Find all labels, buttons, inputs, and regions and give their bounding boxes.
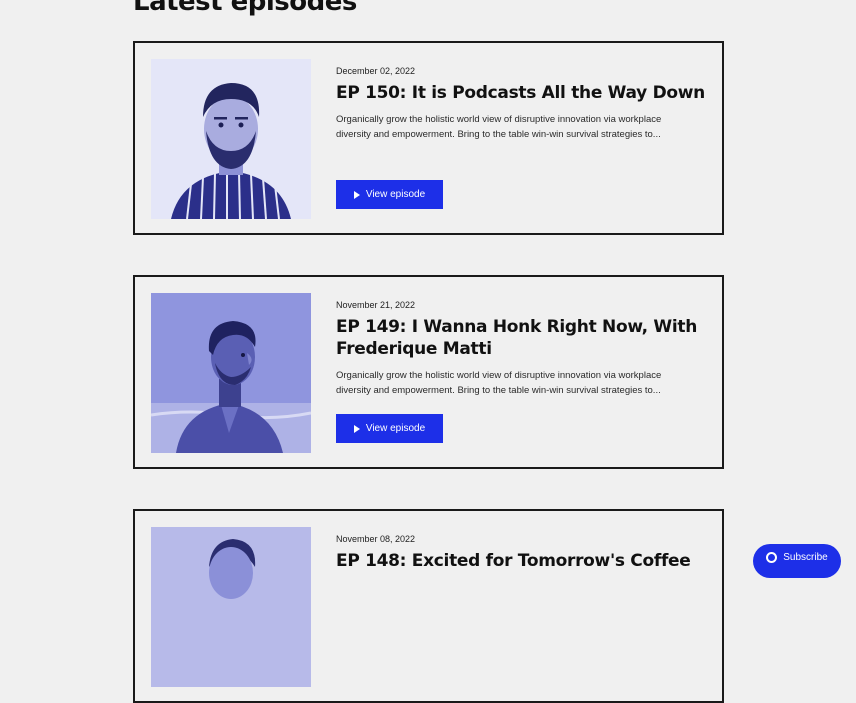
guest-portrait-image bbox=[151, 293, 311, 453]
view-episode-label: View episode bbox=[365, 423, 426, 434]
section-title: Latest episodes bbox=[133, 0, 357, 17]
guest-portrait-image bbox=[151, 527, 311, 687]
episode-description: Organically grow the holistic world view… bbox=[336, 114, 662, 140]
view-episode-button[interactable]: View episode bbox=[336, 180, 443, 209]
episode-title[interactable]: EP 149: I Wanna Honk Right Now, With Fre… bbox=[336, 316, 706, 360]
episode-thumbnail[interactable] bbox=[151, 59, 311, 219]
podcast-icon bbox=[766, 552, 778, 563]
subscribe-label: Subscribe bbox=[783, 552, 828, 563]
episode-date: December 02, 2022 bbox=[336, 66, 416, 76]
episode-card: November 21, 2022 EP 149: I Wanna Honk R… bbox=[133, 275, 724, 469]
episode-title[interactable]: EP 148: Excited for Tomorrow's Coffee bbox=[336, 550, 706, 572]
view-episode-label: View episode bbox=[365, 189, 426, 200]
episode-card: December 02, 2022 EP 150: It is Podcasts… bbox=[133, 41, 724, 235]
episode-date: November 08, 2022 bbox=[336, 534, 416, 544]
episode-thumbnail[interactable] bbox=[151, 293, 311, 453]
episode-card: November 08, 2022 EP 148: Excited for To… bbox=[133, 509, 724, 703]
episode-date: November 21, 2022 bbox=[336, 300, 416, 310]
play-icon bbox=[353, 190, 360, 199]
view-episode-button[interactable]: View episode bbox=[336, 414, 443, 443]
play-icon bbox=[353, 424, 360, 433]
episode-title[interactable]: EP 150: It is Podcasts All the Way Down bbox=[336, 82, 706, 104]
episode-thumbnail[interactable] bbox=[151, 527, 311, 687]
episode-description: Organically grow the holistic world view… bbox=[336, 370, 662, 396]
host-portrait-image bbox=[151, 59, 311, 219]
subscribe-button[interactable]: Subscribe bbox=[753, 544, 841, 578]
